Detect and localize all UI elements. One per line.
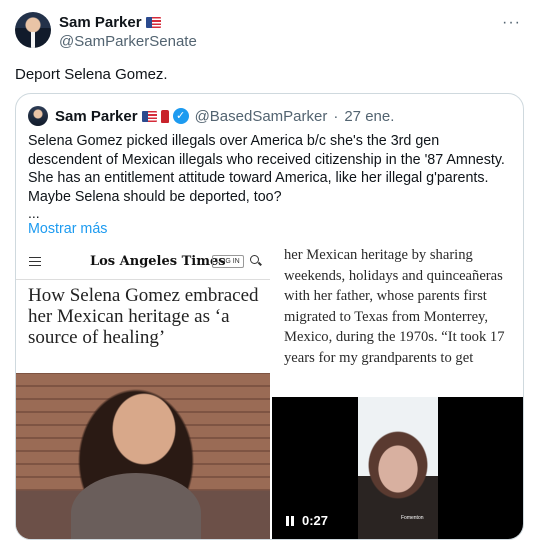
quoted-author-display-name[interactable]: Sam Parker (55, 108, 138, 125)
quoted-tweet-date[interactable]: 27 ene. (344, 108, 394, 125)
login-label: LOG IN (212, 255, 244, 268)
video-player[interactable]: Fomenton 0:27 (272, 397, 523, 539)
tweet-header: Sam Parker @SamParkerSenate ··· (15, 12, 525, 52)
photo-figure (71, 473, 201, 539)
quoted-tweet-header: Sam Parker ✓ @BasedSamParker · 27 ene. (28, 105, 394, 127)
show-more-link[interactable]: Mostrar más (28, 221, 107, 237)
author-display-name[interactable]: Sam Parker (59, 14, 142, 31)
quoted-tweet[interactable]: Sam Parker ✓ @BasedSamParker · 27 ene. S… (15, 93, 524, 540)
video-time: 0:27 (302, 513, 329, 528)
article-screenshot-image[interactable]: Los Angeles Times LOG IN How Selena Gome… (16, 245, 270, 539)
quoted-author-handle[interactable]: @BasedSamParker (195, 108, 328, 125)
quoted-tweet-body: Selena Gomez picked illegals over Americ… (28, 133, 505, 205)
selena-photo (16, 373, 270, 539)
video-frame (358, 397, 438, 539)
article-excerpt-image[interactable]: her Mexican heritage by sharing weekends… (284, 245, 523, 391)
menu-icon (29, 257, 41, 266)
fire-extinguisher-icon (160, 109, 169, 123)
more-options-icon[interactable]: ··· (502, 14, 521, 32)
quoted-author-avatar[interactable] (28, 106, 48, 126)
divider (16, 279, 270, 280)
lat-nav-bar: Los Angeles Times LOG IN (16, 245, 270, 277)
author-handle[interactable]: @SamParkerSenate (59, 33, 197, 50)
lat-logo: Los Angeles Times (90, 254, 226, 269)
search-icon (250, 255, 259, 264)
header-separator: · (333, 107, 339, 125)
pause-icon[interactable] (286, 516, 294, 526)
media-grid: Los Angeles Times LOG IN How Selena Gome… (16, 245, 523, 539)
video-caption: Fomenton (401, 515, 424, 521)
verified-badge-icon: ✓ (172, 108, 189, 124)
author-avatar[interactable] (15, 12, 51, 48)
author-name-row: Sam Parker (59, 14, 161, 31)
us-flag-icon (145, 17, 161, 28)
tweet-text: Deport Selena Gomez. (15, 66, 168, 83)
us-flag-icon (141, 110, 157, 122)
quoted-tweet-ellipsis: ... (28, 205, 40, 221)
article-headline: How Selena Gomez embraced her Mexican he… (28, 285, 259, 348)
